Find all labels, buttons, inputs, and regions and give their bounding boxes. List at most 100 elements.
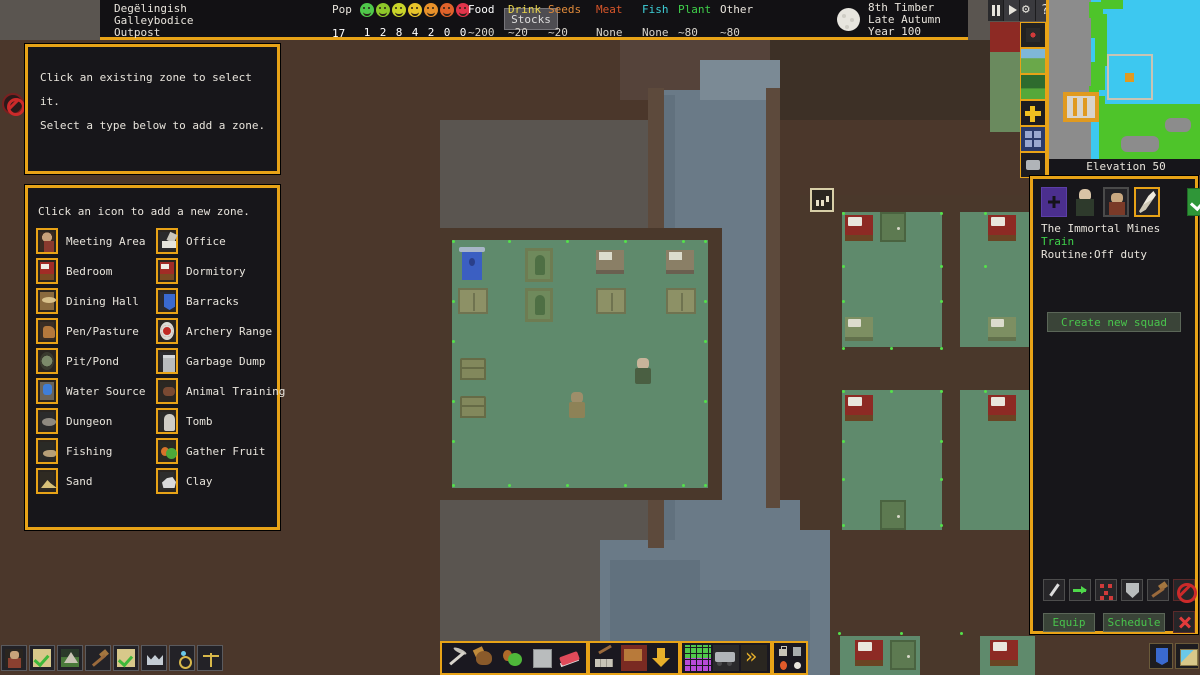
map-cabinet[interactable] (666, 288, 696, 314)
squad-header-row[interactable] (1041, 187, 1200, 217)
build-group[interactable] (588, 641, 680, 675)
lock-icon[interactable] (776, 644, 790, 658)
zone-group[interactable] (680, 641, 772, 675)
world-map-icon[interactable] (1175, 643, 1199, 669)
squad-leader-avatar[interactable] (1072, 187, 1098, 217)
formation-icon[interactable] (1095, 579, 1117, 601)
zone-option-fishing[interactable]: Fishing (36, 436, 156, 466)
pit-icon[interactable] (36, 348, 58, 374)
zone-option-archeryrange[interactable]: Archery Range (156, 316, 276, 346)
zone-option-dininghall[interactable]: Dining Hall (36, 286, 156, 316)
pause-button[interactable] (988, 0, 1004, 21)
dot-icon[interactable] (790, 658, 804, 672)
map-statue[interactable] (525, 248, 553, 282)
grid-view-icon[interactable] (1020, 126, 1046, 152)
justice-icon[interactable] (197, 645, 223, 671)
hammer-icon[interactable] (1147, 579, 1169, 601)
vehicles-icon[interactable] (713, 645, 739, 671)
gather-plants-icon[interactable] (501, 645, 527, 671)
zone-option-gatherfruit[interactable]: Gather Fruit (156, 436, 276, 466)
map-door[interactable] (880, 212, 906, 242)
schedule-button[interactable]: Schedule (1103, 612, 1165, 632)
work-orders-icon[interactable] (113, 645, 139, 671)
squad-member-icon[interactable] (1103, 187, 1129, 217)
erase-designation-icon[interactable] (557, 645, 583, 671)
quill-icon[interactable] (1134, 187, 1160, 217)
map-bed[interactable] (988, 317, 1016, 341)
chart-icon[interactable] (810, 188, 834, 212)
mood-face-1[interactable] (376, 3, 390, 17)
chop-tree-icon[interactable] (473, 645, 499, 671)
map-chest[interactable] (460, 396, 486, 418)
archery-icon[interactable] (156, 318, 178, 344)
zone-option-meetingarea[interactable]: Meeting Area (36, 226, 156, 256)
tomb-icon[interactable] (156, 408, 178, 434)
map-banner[interactable] (459, 247, 485, 280)
bottom-left-toolbar[interactable] (0, 643, 224, 675)
buildings-icon[interactable] (57, 645, 83, 671)
squad-active-check-icon[interactable] (1187, 188, 1200, 216)
sword-icon[interactable] (1043, 579, 1065, 601)
zones-icon[interactable] (685, 645, 711, 671)
bedroom-icon[interactable] (36, 258, 58, 284)
nobles-icon[interactable] (141, 645, 167, 671)
fire-icon[interactable] (776, 658, 790, 672)
tasks-icon[interactable] (29, 645, 55, 671)
equip-button[interactable]: Equip (1043, 612, 1095, 632)
zone-option-tomb[interactable]: Tomb (156, 406, 276, 436)
zone-option-pitpond[interactable]: Pit/Pond (36, 346, 156, 376)
close-icon[interactable] (1173, 611, 1195, 633)
zone-option-dungeon[interactable]: Dungeon (36, 406, 156, 436)
zone-option-office[interactable]: Office (156, 226, 276, 256)
office-icon[interactable] (156, 228, 178, 254)
map-bed[interactable] (845, 215, 873, 241)
map-door[interactable] (880, 500, 906, 530)
map-unit[interactable] (634, 358, 652, 384)
bottom-right-toolbar[interactable] (1148, 643, 1200, 669)
map-chest[interactable] (460, 358, 486, 380)
mine-icon[interactable] (445, 645, 471, 671)
move-arrow-icon[interactable] (1069, 579, 1091, 601)
smooth-stone-icon[interactable] (529, 645, 555, 671)
cancel-icon[interactable] (2, 93, 25, 116)
meeting-icon[interactable] (36, 228, 58, 254)
mood-face-5[interactable] (440, 3, 454, 17)
zone-option-watersource[interactable]: Water Source (36, 376, 156, 406)
map-bed[interactable] (988, 215, 1016, 241)
pen-icon[interactable] (36, 318, 58, 344)
artifacts-icon[interactable] (169, 645, 195, 671)
zone-option-clay[interactable]: Clay (156, 466, 276, 496)
play-button[interactable] (1004, 0, 1020, 21)
map-door[interactable] (890, 640, 916, 670)
zone-option-animaltraining[interactable]: Animal Training (156, 376, 285, 406)
dungeon-icon[interactable] (36, 408, 58, 434)
trash-icon[interactable] (790, 644, 804, 658)
zone-option-penpasture[interactable]: Pen/Pasture (36, 316, 156, 346)
citizens-icon[interactable] (1, 645, 27, 671)
vegetation-view-icon[interactable] (1020, 74, 1046, 100)
more-icon[interactable] (741, 644, 767, 671)
workshop-icon[interactable] (621, 645, 647, 671)
map-bed[interactable] (990, 640, 1018, 666)
animal-icon[interactable] (156, 378, 178, 404)
zone-option-dormitory[interactable]: Dormitory (156, 256, 276, 286)
stockpile-down-icon[interactable] (649, 645, 675, 671)
mood-face-4[interactable] (424, 3, 438, 17)
map-statue[interactable] (525, 288, 553, 322)
time-controls[interactable] (988, 0, 1052, 21)
map-bed[interactable] (855, 640, 883, 666)
civilizations-icon[interactable] (1149, 643, 1173, 669)
map-bed[interactable] (666, 250, 694, 274)
map-unit[interactable] (568, 392, 586, 418)
mining-view-icon[interactable] (1020, 22, 1046, 48)
view-mode-strip[interactable] (1020, 22, 1046, 178)
clay-icon[interactable] (156, 468, 178, 494)
mood-face-2[interactable] (392, 3, 406, 17)
bottom-center-toolbar[interactable] (440, 641, 808, 675)
barracks-icon[interactable] (156, 288, 178, 314)
sand-icon[interactable] (36, 468, 58, 494)
zone-option-barracks[interactable]: Barracks (156, 286, 276, 316)
create-new-squad-button[interactable]: Create new squad (1047, 312, 1181, 332)
map-bed[interactable] (845, 317, 873, 341)
zoom-in-icon[interactable] (1020, 100, 1046, 126)
